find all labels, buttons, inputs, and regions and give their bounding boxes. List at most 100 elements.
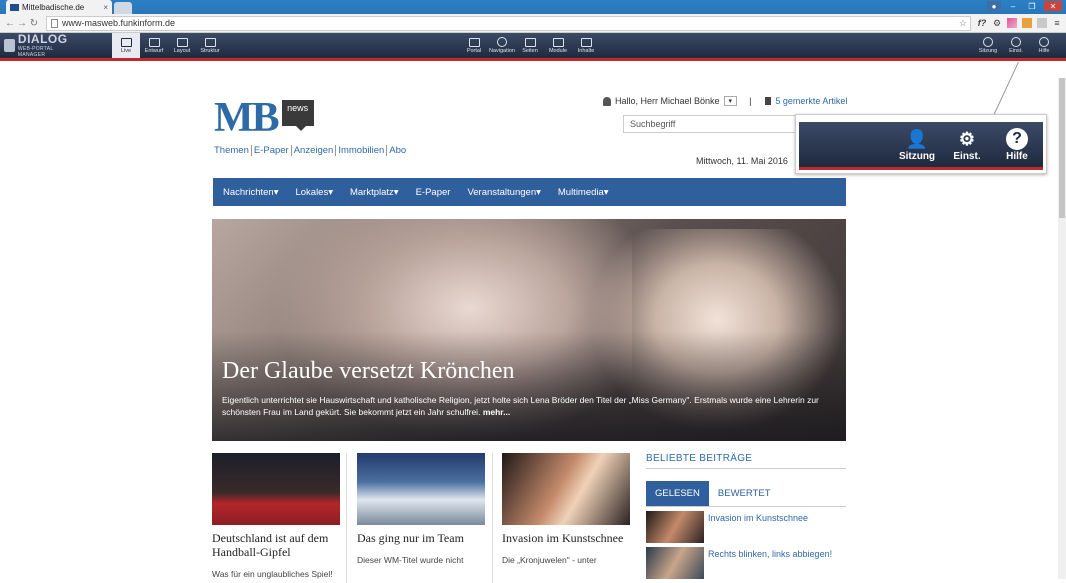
callout-einst-button[interactable]: ⚙ Einst. [945,128,989,163]
gears-icon [1011,37,1021,47]
url-field[interactable]: www-masweb.funkinform.de ☆ [46,15,971,31]
hero-title[interactable]: Der Glaube versetzt Krönchen [222,358,515,385]
tool-label: Inhalte [577,47,595,54]
nav-marktplatz[interactable]: Marktplatz▾ [350,187,399,198]
tool-navigation[interactable]: Navigation [488,33,516,58]
maximize-icon[interactable]: ❐ [1025,1,1039,11]
scrollbar-thumb[interactable] [1059,78,1065,218]
callout-hilfe-button[interactable]: ? Hilfe [995,128,1039,162]
article-card[interactable]: Das ging nur im Team Dieser WM-Titel wur… [357,453,485,565]
hero-more-link[interactable]: mehr... [483,407,510,417]
tool-label: Struktur [200,47,220,54]
window-controls: ● – ❐ ✕ [987,1,1062,11]
link-immobilien[interactable]: Immobilien [335,145,386,156]
article-card[interactable]: Invasion im Kunstschnee Die „Kronjuwelen… [502,453,630,565]
bookmark-icon [765,97,772,105]
function-icon[interactable]: f? [977,18,987,28]
tab-bewertet[interactable]: BEWERTET [709,481,780,506]
help-icon [1039,37,1049,47]
link-epaper[interactable]: E-Paper [250,145,291,156]
extension-icon[interactable] [1022,18,1032,28]
link-themen[interactable]: Themen [214,145,251,156]
divider [492,453,493,583]
minimize-icon[interactable]: – [1006,1,1020,11]
popular-item[interactable]: Invasion im Kunstschnee [646,511,846,543]
callout-label: Sitzung [898,151,936,162]
article-card[interactable]: Deutschland ist auf dem Handball-Gipfel … [212,453,340,579]
tool-label: Einst. [1009,48,1023,54]
back-icon[interactable]: ← [4,18,16,29]
article-teaser: Die „Kronjuwelen" - unter [502,555,597,565]
reload-icon[interactable]: ↻ [28,18,40,29]
tab-gelesen[interactable]: GELESEN [646,481,709,506]
logo-mb: MB [214,95,280,141]
tool-layout[interactable]: Layout [168,33,196,58]
browser-tab[interactable]: Mittelbadische.de × [6,0,112,14]
bookmarks-link[interactable]: 5 gemerkte Artikel [775,96,847,106]
user-icon: 👤 [905,128,929,149]
cms-logo-subtitle: WEB-PORTAL MANAGER [17,45,54,58]
compass-icon [497,37,507,47]
user-icon [983,37,993,47]
article-title[interactable]: Das ging nur im Team [357,531,485,545]
article-title[interactable]: Invasion im Kunstschnee [502,531,630,545]
tool-einst[interactable]: Einst. [1002,33,1030,58]
hero-text: Eigentlich unterrichtet sie Hauswirtscha… [222,394,832,418]
portal-icon [468,37,480,47]
popular-item-title[interactable]: Invasion im Kunstschnee [708,513,808,543]
tool-label: Sitzung [978,48,998,54]
tool-entwurf[interactable]: Entwurf [140,33,168,58]
cms-view-tools: Live Entwurf Layout Struktur [112,33,224,58]
tool-label: Portal [466,47,482,54]
page-icon [51,18,58,28]
tool-label: Seiten [522,47,538,54]
tool-live[interactable]: Live [112,33,140,58]
gear-icon[interactable]: ⚙ [992,18,1002,28]
nav-lokales[interactable]: Lokales▾ [295,187,333,198]
tool-inhalte[interactable]: Inhalte [572,33,600,58]
menu-icon[interactable]: ≡ [1052,18,1062,28]
nav-nachrichten[interactable]: Nachrichten▾ [223,187,278,198]
tool-label: Navigation [489,48,515,54]
forward-icon[interactable]: → [16,18,28,29]
article-title[interactable]: Deutschland ist auf dem Handball-Gipfel [212,531,340,559]
draft-icon [148,37,160,47]
site-logo[interactable]: MB news [214,95,314,141]
tool-sitzung[interactable]: Sitzung [974,33,1002,58]
popular-item-title[interactable]: Rechts blinken, links abbiegen! [708,549,832,579]
tool-label: Module [548,47,568,54]
scrollbar[interactable] [1058,78,1066,579]
tab-close-icon[interactable]: × [103,3,108,12]
callout-sitzung-button[interactable]: 👤 Sitzung [895,128,939,163]
hero-teaser[interactable]: Der Glaube versetzt Krönchen Eigentlich … [212,219,846,441]
url-text: www-masweb.funkinform.de [62,18,176,28]
tool-hilfe[interactable]: Hilfe [1030,33,1058,58]
popular-item[interactable]: Rechts blinken, links abbiegen! [646,547,846,579]
nav-multimedia[interactable]: Multimedia▾ [558,187,609,198]
profile-icon[interactable]: ● [987,1,1001,11]
extension-icon[interactable] [1037,18,1047,28]
nav-veranstaltungen[interactable]: Veranstaltungen▾ [467,187,540,198]
new-tab-button[interactable] [114,2,132,14]
tool-label: Live [120,47,132,54]
tool-struktur[interactable]: Struktur [196,33,224,58]
user-dropdown[interactable]: ▾ [723,96,738,106]
tool-seiten[interactable]: Seiten [516,33,544,58]
cms-user-tools: Sitzung Einst. Hilfe [974,33,1058,58]
link-abo[interactable]: Abo [386,145,408,156]
callout-label: Hilfe [1006,151,1028,162]
nav-epaper[interactable]: E-Paper [416,187,451,198]
star-icon[interactable]: ☆ [959,18,967,29]
link-anzeigen[interactable]: Anzeigen [290,145,336,156]
cms-logo: DIALOG WEB-PORTAL MANAGER [0,31,72,58]
callout-toolbar: 👤 Sitzung ⚙ Einst. ? Hilfe [799,122,1043,170]
current-date: Mittwoch, 11. Mai 2016 [696,156,788,166]
extension-icon[interactable] [1007,18,1017,28]
search-input[interactable]: Suchbegriff [623,115,803,133]
tool-portal[interactable]: Portal [460,33,488,58]
cms-content-tools: Portal Navigation Seiten Module Inhalte [460,33,600,58]
cms-logo-title: DIALOG [17,31,68,46]
tool-module[interactable]: Module [544,33,572,58]
close-window-icon[interactable]: ✕ [1044,1,1062,11]
content-icon [580,37,592,47]
